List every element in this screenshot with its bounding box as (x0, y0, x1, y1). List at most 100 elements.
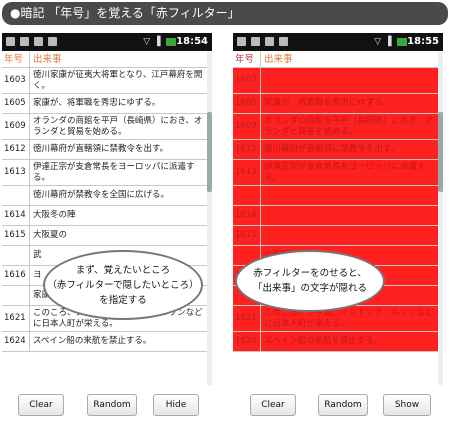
status-bar: ▽ ▌ 18:55 (233, 33, 443, 51)
battery-icon (397, 37, 407, 46)
scrollbar[interactable] (438, 52, 443, 385)
table-row[interactable]: 1603 徳川家康が征夷大将軍となり、江戸幕府を開く。 (2, 68, 207, 94)
year-cell (2, 186, 30, 205)
clear-button[interactable]: Clear (250, 394, 296, 416)
event-cell[interactable] (261, 186, 438, 205)
usb-debug-icon (279, 36, 288, 46)
bubble-line: 「出来事」の文字が隠れる (252, 283, 367, 294)
year-column-header: 年号 (2, 52, 30, 67)
table-header-row: 年号 出来事 (2, 52, 207, 68)
year-cell: 1614 (233, 206, 261, 225)
event-cell[interactable]: 徳川家康が征夷大将軍となり、江戸幕府を開く。 (30, 68, 207, 93)
year-cell: 1603 (2, 68, 30, 93)
table-row[interactable]: 1612 徳川幕府が直轄領に禁教令を出す。 (2, 140, 207, 160)
scrollbar-thumb[interactable] (438, 112, 443, 192)
year-cell: 1605 (233, 94, 261, 113)
event-cell[interactable]: 伊達正宗が支倉常長をヨーロッパに派遣する。 (30, 160, 207, 185)
status-bar: ▽ ▌ 18:54 (2, 33, 212, 51)
year-cell: 1603 (233, 68, 261, 93)
right-phone-screen: ▽ ▌ 18:55 年号 出来事 1603 1605 家康が、将軍職を秀忠にゆずる。… (233, 33, 443, 385)
event-cell[interactable]: 家康が、将軍職を秀忠にゆずる。 (30, 94, 207, 113)
event-cell[interactable] (261, 68, 438, 93)
event-column-header: 出来事 (33, 54, 62, 65)
event-cell[interactable]: 伊達正宗が支倉常長をヨーロッパに派遣する。 (261, 160, 438, 185)
year-cell (2, 246, 30, 265)
status-time: 18:55 (407, 36, 439, 47)
event-cell[interactable]: 徳川幕府が直轄領に禁教令を出す。 (30, 140, 207, 159)
table-row[interactable]: 1613 伊達正宗が支倉常長をヨーロッパに派遣する。 (2, 160, 207, 186)
hide-button[interactable]: Hide (153, 394, 199, 416)
year-cell: 1615 (2, 226, 30, 245)
event-cell[interactable]: スペイン船の来航を禁止する。 (30, 332, 207, 351)
clear-button[interactable]: Clear (18, 394, 64, 416)
instruction-bubble-right: 赤フィルターをのせると、 「出来事」の文字が隠れる (235, 250, 385, 312)
table-row[interactable]: 1613 伊達正宗が支倉常長をヨーロッパに派遣する。 (233, 160, 438, 186)
event-cell[interactable]: 大阪冬の陣 (30, 206, 207, 225)
table-row[interactable]: 1624 スペイン船の来航を禁止する。 (233, 332, 438, 352)
table-row[interactable]: 1609 オランダの商館を平戸（長崎県）におき、オランダと貿易を始める。 (233, 114, 438, 140)
scrollbar[interactable] (207, 52, 212, 385)
scrollbar-thumb[interactable] (207, 112, 212, 192)
year-cell: 1612 (2, 140, 30, 159)
bubble-line: 赤フィルターをのせると、 (253, 268, 367, 279)
event-column-header: 出来事 (264, 54, 293, 65)
sd-card-icon (251, 36, 260, 46)
table-row[interactable]: 1605 家康が、将軍職を秀忠にゆずる。 (2, 94, 207, 114)
year-cell: 1621 (233, 306, 261, 331)
table-row[interactable]: 1612 徳川幕府が直轄領に禁教令を出す。 (233, 140, 438, 160)
year-column-header: 年号 (233, 52, 261, 67)
page-header: ●暗記 「年号」を覚える「赤フィルター」 (2, 2, 448, 25)
event-cell[interactable] (261, 206, 438, 225)
year-cell: 1624 (233, 332, 261, 351)
table-header-row: 年号 出来事 (233, 52, 438, 68)
event-cell[interactable]: オランダの商館を平戸（長崎県）におき、オランダと貿易を始める。 (261, 114, 438, 139)
table-row[interactable]: 1624 スペイン船の来航を禁止する。 (2, 332, 207, 352)
event-cell[interactable]: 家康が、将軍職を秀忠にゆずる。 (261, 94, 438, 113)
year-cell: 1609 (2, 114, 30, 139)
status-time: 18:54 (176, 36, 208, 47)
year-cell: 1624 (2, 332, 30, 351)
show-button[interactable]: Show (383, 394, 431, 416)
table-row[interactable]: 1614 大阪冬の陣 (2, 206, 207, 226)
table-row[interactable]: 1603 (233, 68, 438, 94)
year-cell: 1614 (2, 206, 30, 225)
event-cell[interactable]: 大阪夏の (30, 226, 207, 245)
notification-icons (237, 33, 293, 51)
event-table[interactable]: 年号 出来事 1603 徳川家康が征夷大将軍となり、江戸幕府を開く。 1605 家康が… (2, 52, 207, 385)
bubble-line: （赤フィルターで隠したいところ） (47, 279, 199, 291)
year-cell: 1615 (233, 226, 261, 245)
battery-icon (166, 37, 176, 46)
event-cell[interactable]: 徳川幕府が直轄領に禁教令を出す。 (261, 140, 438, 159)
bubble-line: まず、覚えたいところ (75, 264, 171, 276)
table-row[interactable]: 1605 家康が、将軍職を秀忠にゆずる。 (233, 94, 438, 114)
sd-card-icon (20, 36, 29, 46)
event-cell[interactable]: スペイン船の来航を禁止する。 (261, 332, 438, 351)
event-cell[interactable]: 徳川幕府が禁教令を全国に広げる。 (30, 186, 207, 205)
table-row[interactable]: 1615 (233, 226, 438, 246)
signal-icons: ▽ ▌ (143, 33, 176, 51)
event-cell[interactable]: オランダの商館を平戸（長崎県）におき、オランダと貿易を始める。 (30, 114, 207, 139)
table-row[interactable]: 1614 (233, 206, 438, 226)
table-row[interactable]: 1615 大阪夏の (2, 226, 207, 246)
year-cell: 1612 (233, 140, 261, 159)
signal-icons: ▽ ▌ (374, 33, 407, 51)
year-cell: 1605 (2, 94, 30, 113)
year-cell: 1613 (233, 160, 261, 185)
left-phone-screen: ▽ ▌ 18:54 年号 出来事 1603 徳川家康が征夷大将軍となり、江戸幕府を… (2, 33, 212, 385)
event-table[interactable]: 年号 出来事 1603 1605 家康が、将軍職を秀忠にゆずる。 1609 オランダの商… (233, 52, 438, 385)
year-cell (233, 186, 261, 205)
instruction-bubble-left: まず、覚えたいところ （赤フィルターで隠したいところ） を指定する (43, 250, 203, 320)
bubble-line: を指定する (99, 294, 147, 306)
random-button[interactable]: Random (87, 394, 137, 416)
random-button[interactable]: Random (318, 394, 368, 416)
android-icon (34, 36, 43, 46)
page-title: ●暗記 「年号」を覚える「赤フィルター」 (10, 6, 240, 20)
table-row[interactable] (233, 186, 438, 206)
year-cell: 1613 (2, 160, 30, 185)
table-row[interactable]: 1609 オランダの商館を平戸（長崎県）におき、オランダと貿易を始める。 (2, 114, 207, 140)
android-icon (265, 36, 274, 46)
event-cell[interactable] (261, 226, 438, 245)
table-row[interactable]: 徳川幕府が禁教令を全国に広げる。 (2, 186, 207, 206)
year-cell (2, 286, 30, 305)
notification-icons (6, 33, 62, 51)
